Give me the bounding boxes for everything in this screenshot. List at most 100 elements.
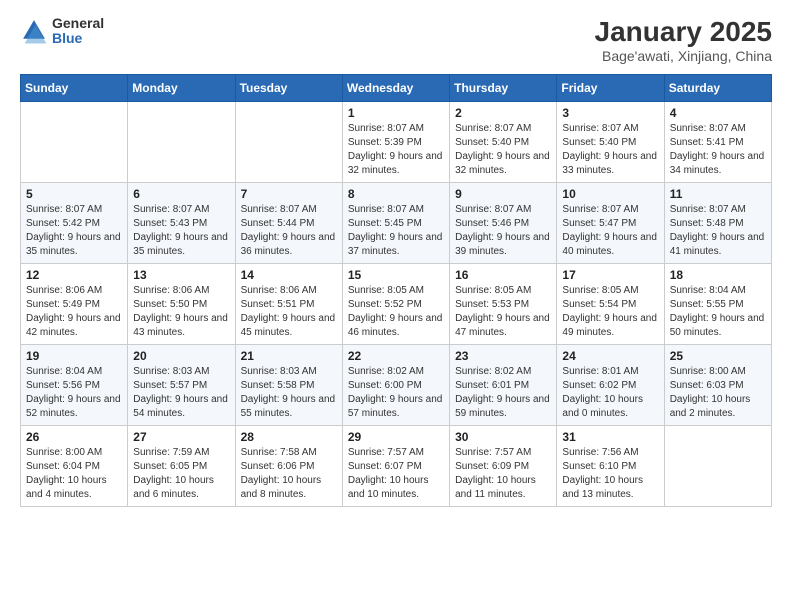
calendar-cell: 12Sunrise: 8:06 AMSunset: 5:49 PMDayligh… <box>21 264 128 345</box>
cell-info: Sunrise: 8:06 AMSunset: 5:51 PMDaylight:… <box>241 284 337 340</box>
calendar-cell: 25 Sunrise: 8:00 AMSunset: 6:03 PMDayligh… <box>664 345 771 426</box>
cell-info: Sunrise: 8:02 AMSunset: 6:01 PMDaylight:… <box>455 365 551 421</box>
calendar-row: 19 Sunrise: 8:04 AMSunset: 5:56 PMDayligh… <box>21 345 772 426</box>
cell-date: 10 <box>562 187 658 201</box>
cell-info: Sunrise: 8:07 AMSunset: 5:45 PMDaylight:… <box>348 203 444 259</box>
calendar-cell: 19 Sunrise: 8:04 AMSunset: 5:56 PMDayligh… <box>21 345 128 426</box>
cell-info: Sunrise: 8:03 AMSunset: 5:58 PMDaylight:… <box>241 365 337 421</box>
cell-info: Sunrise: 8:05 AMSunset: 5:52 PMDaylight:… <box>348 284 444 340</box>
title-block: January 2025 Bage'awati, Xinjiang, China <box>595 16 772 64</box>
cell-date: 9 <box>455 187 551 201</box>
logo-text: General Blue <box>52 16 104 47</box>
cell-date: 29 <box>348 430 444 444</box>
cell-date: 27 <box>133 430 229 444</box>
cell-date: 30 <box>455 430 551 444</box>
cell-info: Sunrise: 8:02 AMSunset: 6:00 PMDaylight:… <box>348 365 444 421</box>
calendar-cell: 14 Sunrise: 8:06 AMSunset: 5:51 PMDayligh… <box>235 264 342 345</box>
header-day: Sunday <box>21 75 128 102</box>
header-day: Monday <box>128 75 235 102</box>
calendar-cell: 11 Sunrise: 8:07 AMSunset: 5:48 PMDayligh… <box>664 183 771 264</box>
calendar-row: 12Sunrise: 8:06 AMSunset: 5:49 PMDayligh… <box>21 264 772 345</box>
cell-date: 19 <box>26 349 122 363</box>
header: General Blue January 2025 Bage'awati, Xi… <box>20 16 772 64</box>
calendar-cell <box>128 102 235 183</box>
calendar-cell: 31 Sunrise: 7:56 AMSunset: 6:10 PMDayligh… <box>557 426 664 507</box>
calendar-cell: 30 Sunrise: 7:57 AMSunset: 6:09 PMDayligh… <box>450 426 557 507</box>
cell-info: Sunrise: 8:07 AMSunset: 5:44 PMDaylight:… <box>241 203 337 259</box>
header-day: Saturday <box>664 75 771 102</box>
calendar-cell: 21 Sunrise: 8:03 AMSunset: 5:58 PMDayligh… <box>235 345 342 426</box>
cell-date: 6 <box>133 187 229 201</box>
calendar-cell: 8 Sunrise: 8:07 AMSunset: 5:45 PMDaylight… <box>342 183 449 264</box>
cell-date: 12 <box>26 268 122 282</box>
cell-info: Sunrise: 8:05 AMSunset: 5:54 PMDaylight:… <box>562 284 658 340</box>
calendar-cell: 10 Sunrise: 8:07 AMSunset: 5:47 PMDayligh… <box>557 183 664 264</box>
calendar-cell: 23 Sunrise: 8:02 AMSunset: 6:01 PMDayligh… <box>450 345 557 426</box>
calendar-row: 5Sunrise: 8:07 AMSunset: 5:42 PMDaylight… <box>21 183 772 264</box>
calendar-body: 1Sunrise: 8:07 AMSunset: 5:39 PMDaylight… <box>21 102 772 507</box>
cell-date: 31 <box>562 430 658 444</box>
cell-date: 24 <box>562 349 658 363</box>
cell-info: Sunrise: 8:03 AMSunset: 5:57 PMDaylight:… <box>133 365 229 421</box>
calendar-cell: 3Sunrise: 8:07 AMSunset: 5:40 PMDaylight… <box>557 102 664 183</box>
cell-info: Sunrise: 8:00 AMSunset: 6:04 PMDaylight:… <box>26 446 122 502</box>
calendar-cell: 9Sunrise: 8:07 AMSunset: 5:46 PMDaylight… <box>450 183 557 264</box>
cell-date: 3 <box>562 106 658 120</box>
calendar-cell: 2Sunrise: 8:07 AMSunset: 5:40 PMDaylight… <box>450 102 557 183</box>
cell-info: Sunrise: 8:00 AMSunset: 6:03 PMDaylight:… <box>670 365 766 421</box>
calendar-cell: 15 Sunrise: 8:05 AMSunset: 5:52 PMDayligh… <box>342 264 449 345</box>
subtitle: Bage'awati, Xinjiang, China <box>595 48 772 64</box>
calendar-cell: 22Sunrise: 8:02 AMSunset: 6:00 PMDayligh… <box>342 345 449 426</box>
cell-info: Sunrise: 7:57 AMSunset: 6:09 PMDaylight:… <box>455 446 551 502</box>
header-row: SundayMondayTuesdayWednesdayThursdayFrid… <box>21 75 772 102</box>
cell-info: Sunrise: 7:57 AMSunset: 6:07 PMDaylight:… <box>348 446 444 502</box>
calendar-cell: 18Sunrise: 8:04 AMSunset: 5:55 PMDayligh… <box>664 264 771 345</box>
cell-date: 2 <box>455 106 551 120</box>
cell-date: 14 <box>241 268 337 282</box>
cell-date: 15 <box>348 268 444 282</box>
cell-info: Sunrise: 8:07 AMSunset: 5:43 PMDaylight:… <box>133 203 229 259</box>
cell-info: Sunrise: 8:04 AMSunset: 5:56 PMDaylight:… <box>26 365 122 421</box>
page: General Blue January 2025 Bage'awati, Xi… <box>0 0 792 612</box>
cell-date: 16 <box>455 268 551 282</box>
calendar-cell: 13 Sunrise: 8:06 AMSunset: 5:50 PMDayligh… <box>128 264 235 345</box>
cell-info: Sunrise: 8:06 AMSunset: 5:50 PMDaylight:… <box>133 284 229 340</box>
cell-date: 23 <box>455 349 551 363</box>
cell-date: 13 <box>133 268 229 282</box>
calendar-cell: 26 Sunrise: 8:00 AMSunset: 6:04 PMDayligh… <box>21 426 128 507</box>
cell-date: 25 <box>670 349 766 363</box>
calendar-cell: 1Sunrise: 8:07 AMSunset: 5:39 PMDaylight… <box>342 102 449 183</box>
cell-date: 11 <box>670 187 766 201</box>
cell-info: Sunrise: 7:56 AMSunset: 6:10 PMDaylight:… <box>562 446 658 502</box>
logo-blue-text: Blue <box>52 31 104 46</box>
cell-date: 17 <box>562 268 658 282</box>
cell-date: 8 <box>348 187 444 201</box>
header-day: Thursday <box>450 75 557 102</box>
cell-info: Sunrise: 7:59 AMSunset: 6:05 PMDaylight:… <box>133 446 229 502</box>
main-title: January 2025 <box>595 16 772 48</box>
header-day: Tuesday <box>235 75 342 102</box>
cell-date: 21 <box>241 349 337 363</box>
cell-date: 20 <box>133 349 229 363</box>
cell-date: 18 <box>670 268 766 282</box>
logo-general-text: General <box>52 16 104 31</box>
cell-info: Sunrise: 8:07 AMSunset: 5:41 PMDaylight:… <box>670 122 766 178</box>
cell-date: 4 <box>670 106 766 120</box>
logo-icon <box>20 17 48 45</box>
calendar-cell: 28Sunrise: 7:58 AMSunset: 6:06 PMDayligh… <box>235 426 342 507</box>
cell-info: Sunrise: 8:07 AMSunset: 5:47 PMDaylight:… <box>562 203 658 259</box>
calendar-cell: 20 Sunrise: 8:03 AMSunset: 5:57 PMDayligh… <box>128 345 235 426</box>
cell-date: 26 <box>26 430 122 444</box>
calendar-cell: 6 Sunrise: 8:07 AMSunset: 5:43 PMDaylight… <box>128 183 235 264</box>
calendar-cell <box>664 426 771 507</box>
cell-info: Sunrise: 8:07 AMSunset: 5:42 PMDaylight:… <box>26 203 122 259</box>
cell-info: Sunrise: 8:07 AMSunset: 5:39 PMDaylight:… <box>348 122 444 178</box>
calendar-cell: 16Sunrise: 8:05 AMSunset: 5:53 PMDayligh… <box>450 264 557 345</box>
calendar-row: 1Sunrise: 8:07 AMSunset: 5:39 PMDaylight… <box>21 102 772 183</box>
cell-info: Sunrise: 8:07 AMSunset: 5:48 PMDaylight:… <box>670 203 766 259</box>
calendar-cell <box>235 102 342 183</box>
calendar-cell: 17 Sunrise: 8:05 AMSunset: 5:54 PMDayligh… <box>557 264 664 345</box>
cell-date: 28 <box>241 430 337 444</box>
calendar-cell: 27 Sunrise: 7:59 AMSunset: 6:05 PMDayligh… <box>128 426 235 507</box>
cell-info: Sunrise: 8:01 AMSunset: 6:02 PMDaylight:… <box>562 365 658 421</box>
